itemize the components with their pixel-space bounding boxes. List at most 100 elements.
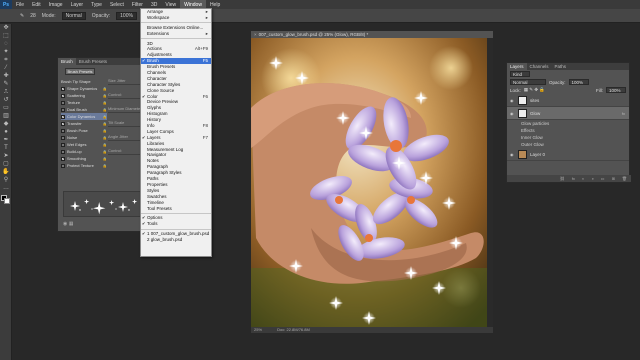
eyedropper-tool-icon[interactable]: ⁄	[2, 65, 10, 72]
lock-icon[interactable]: 🔒	[103, 143, 107, 147]
brush-setting-checkbox[interactable]	[61, 149, 65, 154]
window-menu-item[interactable]: Extensions ▸	[141, 31, 211, 37]
window-menu-item[interactable]: Workspace ▸	[141, 15, 211, 21]
brush-setting-row[interactable]: Noise 🔒	[61, 134, 107, 141]
pen-tool-icon[interactable]: ✒	[2, 137, 10, 144]
gradient-tool-icon[interactable]: ▥	[2, 113, 10, 120]
lock-icon[interactable]: 🔒	[103, 157, 107, 161]
tab-brush[interactable]: Brush	[58, 58, 76, 65]
brush-setting-row[interactable]: ✓ Shape Dynamics 🔒	[61, 85, 107, 92]
brush-side-field[interactable]: Angle Jitter	[108, 134, 144, 141]
brush-setting-checkbox[interactable]: ✓	[61, 121, 65, 126]
blend-mode-select[interactable]: Normal	[510, 79, 546, 85]
window-menu-item[interactable]: Tool Presets	[141, 206, 211, 212]
document-size[interactable]: Doc: 22.8M/76.8M	[277, 327, 310, 332]
mode-select[interactable]: Normal	[61, 11, 86, 20]
brush-setting-checkbox[interactable]	[61, 135, 65, 140]
brush-setting-checkbox[interactable]	[61, 128, 65, 133]
adjustment-layer-icon[interactable]: ◑	[591, 176, 593, 181]
window-menu-item[interactable]: ✔ Tools	[141, 221, 211, 227]
brush-size-value[interactable]: 28	[30, 13, 36, 19]
delete-layer-icon[interactable]: 🗑	[622, 176, 627, 181]
layer-opacity-input[interactable]: 100%	[568, 79, 589, 85]
canvas-image[interactable]	[251, 38, 487, 327]
lock-icon[interactable]: 🔒	[103, 101, 107, 105]
visibility-eye-icon[interactable]: ◉	[510, 152, 515, 157]
brush-setting-checkbox[interactable]: ✓	[61, 93, 65, 98]
lasso-tool-icon[interactable]: ◌	[2, 41, 10, 48]
layer-row[interactable]: Glow particles	[507, 120, 629, 127]
layer-row[interactable]: Inner Glow	[507, 134, 629, 141]
hand-tool-icon[interactable]: ✋	[2, 169, 10, 176]
fill-input[interactable]: 100%	[606, 87, 626, 93]
add-mask-icon[interactable]: ◐	[582, 176, 584, 181]
brush-side-field[interactable]: Control:	[108, 92, 144, 99]
menu-type[interactable]: Type	[87, 0, 106, 9]
zoom-tool-icon[interactable]: ⚲	[2, 177, 10, 184]
lock-icon[interactable]: 🔒	[103, 87, 107, 91]
eraser-tool-icon[interactable]: ▭	[2, 105, 10, 112]
brush-setting-row[interactable]: ✓ Scattering 🔒	[61, 92, 107, 99]
brush-setting-row[interactable]: ✓ Transfer 🔒	[61, 120, 107, 127]
marquee-tool-icon[interactable]: ⬚	[2, 33, 10, 40]
lock-icon[interactable]: 🔒	[103, 108, 107, 112]
crop-tool-icon[interactable]: ⌗	[2, 57, 10, 64]
layer-row[interactable]: ◉ sites	[507, 94, 629, 107]
brush-side-field[interactable]: Control:	[108, 148, 144, 155]
move-tool-icon[interactable]: ✥	[2, 25, 10, 32]
lock-icon[interactable]: 🔒	[103, 164, 107, 168]
zoom-level[interactable]: 25%	[254, 327, 262, 332]
quick-select-tool-icon[interactable]: ✦	[2, 49, 10, 56]
brush-setting-row[interactable]: Brush Pose 🔒	[61, 127, 107, 134]
visibility-eye-icon[interactable]: ◉	[510, 98, 515, 103]
lock-icon[interactable]: 🔒	[103, 94, 107, 98]
color-swatches[interactable]	[1, 195, 10, 204]
dodge-tool-icon[interactable]: ●	[2, 129, 10, 136]
menu-image[interactable]: Image	[45, 0, 67, 9]
opacity-input[interactable]: 100%	[116, 11, 137, 20]
brush-setting-checkbox[interactable]: ✓	[61, 86, 65, 91]
lock-icon[interactable]: 🔒	[103, 122, 107, 126]
lock-icon[interactable]: 🔒	[103, 136, 107, 140]
tab-layers[interactable]: Layers	[507, 63, 527, 70]
close-document-icon[interactable]: ×	[254, 32, 257, 37]
brush-setting-checkbox[interactable]: ✓	[61, 156, 65, 161]
brush-setting-row[interactable]: ✓ Smoothing 🔒	[61, 155, 107, 162]
layer-row[interactable]: ◉ Layer 0	[507, 148, 629, 161]
menu-layer[interactable]: Layer	[67, 0, 88, 9]
blur-tool-icon[interactable]: ◆	[2, 121, 10, 128]
brush-setting-row[interactable]: ✓ Color Dynamics 🔒	[61, 113, 107, 120]
document-tab[interactable]: × 007_custom_glow_brush.psd @ 25% (Glow),…	[251, 31, 493, 38]
brush-setting-row[interactable]: Protect Texture 🔒	[61, 162, 107, 169]
visibility-eye-icon[interactable]: ◉	[510, 111, 515, 116]
brush-side-field[interactable]: Minimum Diameter	[108, 106, 144, 113]
healing-tool-icon[interactable]: ✚	[2, 73, 10, 80]
layer-row[interactable]: ◉ Glow fx	[507, 107, 629, 120]
brush-setting-row[interactable]: Brush Tip Shape	[61, 78, 107, 85]
background-color-swatch[interactable]	[4, 198, 10, 204]
brush-side-field[interactable]: Tilt Scale	[108, 120, 144, 127]
brush-setting-row[interactable]: Wet Edges 🔒	[61, 141, 107, 148]
canvas-vertical-scrollbar[interactable]	[487, 38, 493, 327]
brush-setting-checkbox[interactable]	[61, 100, 65, 105]
path-select-tool-icon[interactable]: ➤	[2, 153, 10, 160]
layer-style-icon[interactable]: fx	[572, 176, 575, 181]
brush-setting-row[interactable]: Build-up 🔒	[61, 148, 107, 155]
lock-icons[interactable]: ▦ ✎ ✥ 🔒	[524, 87, 545, 93]
link-layers-icon[interactable]: ⛓	[560, 176, 565, 181]
stamp-tool-icon[interactable]: ⎍	[2, 89, 10, 96]
layer-row[interactable]: Effects	[507, 127, 629, 134]
layer-effects-icon[interactable]: fx	[622, 111, 625, 116]
tab-brush-presets[interactable]: Brush Presets	[76, 58, 110, 65]
brush-setting-checkbox[interactable]	[61, 163, 65, 168]
brush-setting-checkbox[interactable]	[61, 142, 65, 147]
lock-icon[interactable]: 🔒	[103, 150, 107, 154]
brush-tool-icon[interactable]: ✎	[20, 13, 24, 19]
menu-edit[interactable]: Edit	[28, 0, 45, 9]
window-menu-item[interactable]: 2 glow_brush.psd	[141, 237, 211, 243]
menu-select[interactable]: Select	[106, 0, 128, 9]
toggle-bristle-preview-icon[interactable]: ◉	[63, 221, 67, 227]
brush-tool-icon-side[interactable]: ✎	[2, 81, 10, 88]
lock-icon[interactable]: 🔒	[103, 115, 107, 119]
brush-grid-icon[interactable]: ▦	[69, 221, 74, 227]
